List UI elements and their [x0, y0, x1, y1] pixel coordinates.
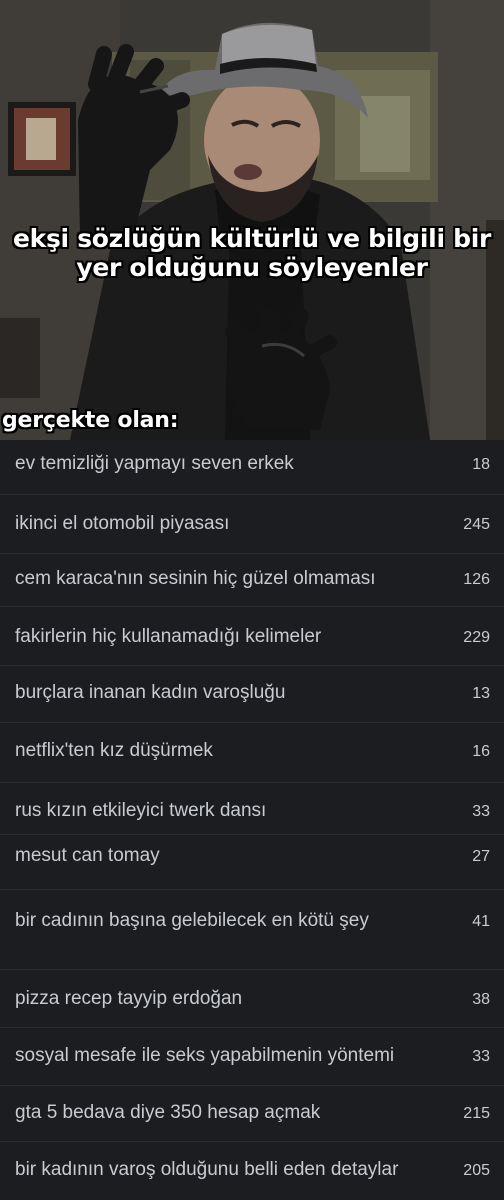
topic-row[interactable]: fakirlerin hiç kullanamadığı kelimeler 2…	[0, 607, 504, 666]
topic-row[interactable]: netflix'ten kız düşürmek 16	[0, 723, 504, 783]
topic-title[interactable]: ikinci el otomobil piyasası	[15, 513, 229, 535]
topic-title[interactable]: netflix'ten kız düşürmek	[15, 740, 213, 762]
topic-title[interactable]: ev temizliği yapmayı seven erkek	[15, 453, 294, 475]
topic-title[interactable]: sosyal mesafe ile seks yapabilmenin yönt…	[15, 1045, 394, 1067]
topic-row[interactable]: sosyal mesafe ile seks yapabilmenin yönt…	[0, 1028, 504, 1086]
topic-count: 16	[472, 743, 490, 760]
meme-caption-top: ekşi sözlüğün kültürlü ve bilgili bir ye…	[12, 224, 492, 282]
topic-title[interactable]: gta 5 bedava diye 350 hesap açmak	[15, 1102, 320, 1124]
meme-photo	[0, 0, 504, 440]
topic-count: 41	[472, 913, 490, 930]
topic-row[interactable]: pizza recep tayyip erdoğan 38	[0, 970, 504, 1028]
topic-count: 229	[463, 629, 490, 646]
topic-count: 33	[472, 803, 490, 820]
topic-count: 38	[472, 991, 490, 1008]
topic-count: 13	[472, 685, 490, 702]
meme-image: ekşi sözlüğün kültürlü ve bilgili bir ye…	[0, 0, 504, 440]
topic-title[interactable]: mesut can tomay	[15, 845, 160, 867]
topic-row[interactable]: mesut can tomay 27	[0, 835, 504, 890]
topic-count: 245	[463, 516, 490, 533]
topic-row[interactable]: bir kadının varoş olduğunu belli eden de…	[0, 1142, 504, 1200]
topic-title[interactable]: cem karaca'nın sesinin hiç güzel olmamas…	[15, 568, 376, 590]
topic-row[interactable]: ikinci el otomobil piyasası 245	[0, 495, 504, 554]
topic-row[interactable]: rus kızın etkileyici twerk dansı 33	[0, 783, 504, 835]
topic-count: 126	[463, 571, 490, 588]
topic-row[interactable]: bir cadının başına gelebilecek en kötü ş…	[0, 890, 504, 970]
topic-title[interactable]: burçlara inanan kadın varoşluğu	[15, 682, 285, 704]
topic-count: 33	[472, 1048, 490, 1065]
topic-row[interactable]: burçlara inanan kadın varoşluğu 13	[0, 666, 504, 723]
topic-list: ev temizliği yapmayı seven erkek 18 ikin…	[0, 440, 504, 1200]
topic-count: 27	[472, 848, 490, 865]
topic-title[interactable]: pizza recep tayyip erdoğan	[15, 988, 242, 1010]
topic-count: 205	[463, 1162, 490, 1179]
meme-caption-bottom: gerçekte olan:	[2, 408, 179, 433]
topic-title[interactable]: rus kızın etkileyici twerk dansı	[15, 800, 266, 822]
topic-title[interactable]: fakirlerin hiç kullanamadığı kelimeler	[15, 626, 321, 648]
topic-count: 18	[472, 456, 490, 473]
topic-row[interactable]: cem karaca'nın sesinin hiç güzel olmamas…	[0, 554, 504, 607]
topic-count: 215	[463, 1105, 490, 1122]
topic-title[interactable]: bir kadının varoş olduğunu belli eden de…	[15, 1159, 398, 1181]
topic-row[interactable]: gta 5 bedava diye 350 hesap açmak 215	[0, 1086, 504, 1142]
topic-title[interactable]: bir cadının başına gelebilecek en kötü ş…	[15, 910, 369, 932]
topic-row[interactable]: ev temizliği yapmayı seven erkek 18	[0, 440, 504, 495]
